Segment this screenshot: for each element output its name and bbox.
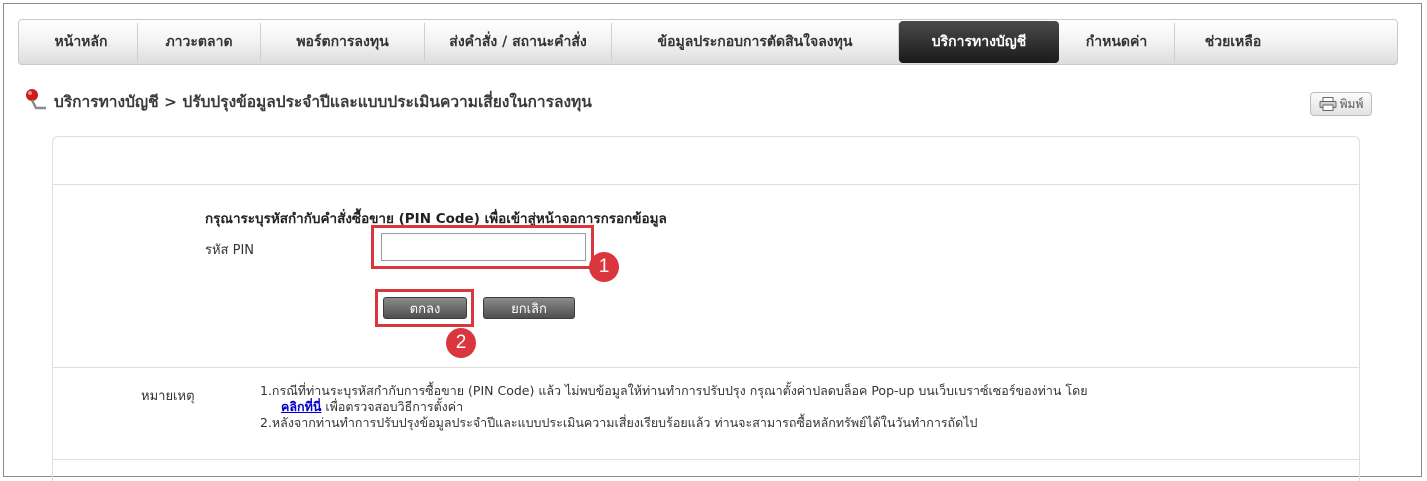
cancel-button[interactable]: ยกเลิก <box>483 297 575 319</box>
nav-home[interactable]: หน้าหลัก <box>25 23 138 61</box>
breadcrumb-row: บริการทางบัญชี > ปรับปรุงข้อมูลประจำปีแล… <box>24 88 592 114</box>
nav-account-services[interactable]: บริการทางบัญชี <box>899 21 1059 63</box>
note-line-1b: คลิกที่นี่ เพื่อตรวจสอบวิธีการตั้งค่า <box>260 399 1360 415</box>
notes-label: หมายเหตุ <box>141 389 195 404</box>
divider-bottom <box>53 459 1359 460</box>
print-label: พิมพ์ <box>1339 96 1364 111</box>
panel-header <box>53 137 1359 185</box>
pin-label: รหัส PIN <box>205 243 255 258</box>
notes: 1.กรณีที่ท่านระบุรหัสกำกับการซื้อขาย (PI… <box>260 383 1360 431</box>
nav-help[interactable]: ช่วยเหลือ <box>1175 23 1291 61</box>
step-badge-1: 1 <box>589 252 619 282</box>
nav-orders[interactable]: ส่งคำสั่ง / สถานะคำสั่ง <box>425 23 612 61</box>
breadcrumb: บริการทางบัญชี > ปรับปรุงข้อมูลประจำปีแล… <box>54 92 592 111</box>
step-badge-2: 2 <box>446 328 476 358</box>
highlight-box-pin <box>371 225 594 269</box>
nav-investment-info[interactable]: ข้อมูลประกอบการตัดสินใจลงทุน <box>612 23 899 61</box>
note-line-1b-text: เพื่อตรวจสอบวิธีการตั้งค่า <box>321 399 464 414</box>
divider <box>53 367 1359 368</box>
print-button[interactable]: พิมพ์ <box>1310 92 1372 116</box>
nav-market[interactable]: ภาวะตลาด <box>138 23 261 61</box>
printer-icon <box>1319 97 1337 111</box>
highlight-box-ok <box>375 289 474 327</box>
page-frame: หน้าหลัก ภาวะตลาด พอร์ตการลงทุน ส่งคำสั่… <box>3 3 1422 481</box>
pin-icon <box>24 88 54 114</box>
content-panel: กรุณาระบุรหัสกำกับคำสั่งซื้อขาย (PIN Cod… <box>52 136 1360 481</box>
nav-settings[interactable]: กำหนดค่า <box>1059 23 1175 61</box>
nav-portfolio[interactable]: พอร์ตการลงทุน <box>261 23 425 61</box>
note-line-1: 1.กรณีที่ท่านระบุรหัสกำกับการซื้อขาย (PI… <box>260 383 1088 398</box>
note-line-2: 2.หลังจากท่านทำการปรับปรุงข้อมูลประจำปีแ… <box>260 415 978 430</box>
main-nav: หน้าหลัก ภาวะตลาด พอร์ตการลงทุน ส่งคำสั่… <box>18 19 1398 65</box>
click-here-link[interactable]: คลิกที่นี่ <box>281 399 321 414</box>
